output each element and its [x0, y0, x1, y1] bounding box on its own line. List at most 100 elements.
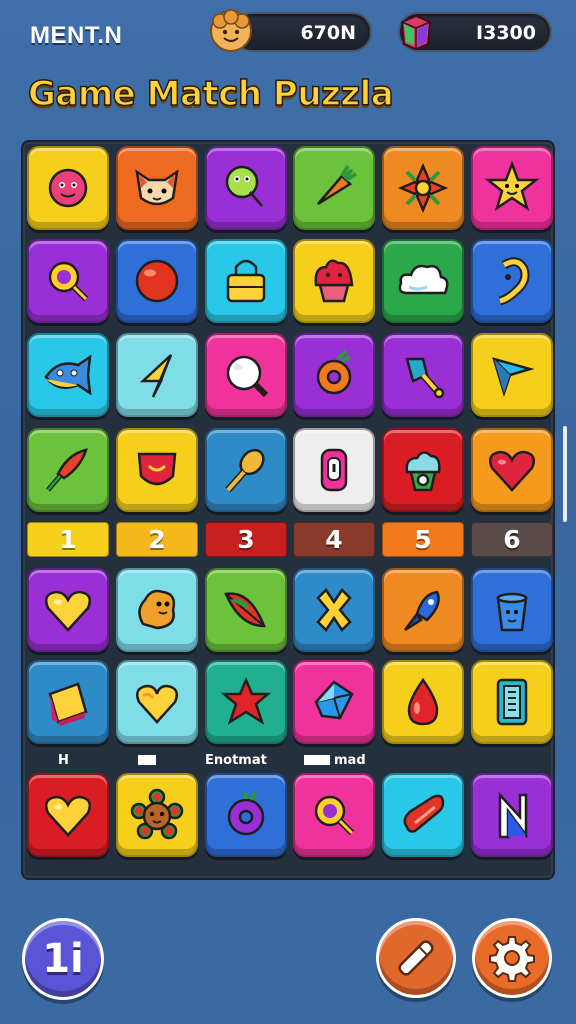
orange-bear-icon — [138, 589, 176, 630]
top-bar: MENT.N 670N I3300 — [0, 0, 576, 70]
tile[interactable] — [27, 568, 109, 652]
tile[interactable] — [116, 660, 198, 744]
number-strip: 6 — [471, 522, 553, 557]
row-label: Enotmat — [205, 752, 267, 768]
row-label: mad — [304, 751, 366, 769]
level-button[interactable]: 1i — [22, 918, 104, 1000]
tile[interactable] — [471, 146, 553, 230]
pencil-tool-button[interactable] — [376, 918, 456, 998]
tile[interactable] — [471, 428, 553, 512]
thermometer-card-icon — [496, 678, 528, 726]
yellow-heart-icon — [45, 590, 91, 632]
tile[interactable] — [382, 773, 464, 857]
blue-pointer-icon — [492, 357, 535, 398]
tile[interactable] — [116, 773, 198, 857]
red-star-icon — [220, 676, 272, 725]
gems-value: I3300 — [476, 22, 536, 44]
red-ball-icon — [135, 259, 179, 303]
settings-button[interactable] — [472, 918, 552, 998]
green-lollipop-icon — [225, 165, 263, 207]
tile[interactable] — [293, 660, 375, 744]
game-title: Game Match Puzzla — [27, 73, 394, 115]
tile[interactable] — [116, 146, 198, 230]
tile[interactable] — [382, 146, 464, 230]
orange-heart-icon — [136, 684, 178, 724]
tile[interactable] — [205, 239, 287, 323]
tile[interactable] — [293, 773, 375, 857]
blue-bucket-icon — [496, 592, 528, 632]
gem-icon — [396, 12, 436, 52]
white-magnifier-icon — [226, 355, 269, 398]
blue-fish-icon — [44, 354, 92, 396]
game-board: 123456 — [21, 140, 555, 880]
number-strip: 2 — [116, 522, 198, 557]
pink-lock-icon — [320, 448, 348, 492]
smiling-face-icon — [208, 8, 254, 54]
tile[interactable] — [471, 660, 553, 744]
tile[interactable] — [293, 239, 375, 323]
red-muffin-icon — [314, 259, 354, 303]
tile[interactable] — [205, 146, 287, 230]
purple-donut-icon — [227, 791, 265, 836]
pink-blob-monster-icon — [48, 168, 88, 208]
tile[interactable] — [205, 660, 287, 744]
tile[interactable] — [27, 773, 109, 857]
tile[interactable] — [471, 568, 553, 652]
tile[interactable] — [27, 239, 109, 323]
tile[interactable] — [293, 568, 375, 652]
cat-face-icon — [135, 169, 179, 206]
tile[interactable] — [205, 428, 287, 512]
number-strip: 5 — [382, 522, 464, 557]
tile[interactable] — [471, 333, 553, 417]
yellow-heart-icon — [45, 795, 91, 837]
tile[interactable] — [27, 660, 109, 744]
yellow-star-face-icon — [484, 160, 540, 211]
tile[interactable] — [116, 568, 198, 652]
tile[interactable] — [27, 146, 109, 230]
yellow-box-icon — [48, 682, 88, 726]
tile[interactable] — [205, 333, 287, 417]
pencil-icon — [398, 940, 434, 976]
tile[interactable] — [471, 239, 553, 323]
red-sausage-icon — [403, 794, 445, 833]
tile[interactable] — [382, 660, 464, 744]
yellow-cross-icon — [316, 588, 352, 632]
scrollbar[interactable] — [563, 426, 567, 522]
gear-icon — [489, 936, 535, 982]
tile[interactable] — [293, 333, 375, 417]
tile[interactable] — [116, 428, 198, 512]
tile[interactable] — [205, 568, 287, 652]
lives-value: 670N — [300, 22, 356, 44]
tile[interactable] — [382, 428, 464, 512]
tile[interactable] — [382, 333, 464, 417]
tile[interactable] — [205, 773, 287, 857]
carrot-icon — [317, 164, 358, 206]
tile[interactable] — [116, 239, 198, 323]
magnifier-icon — [48, 261, 89, 302]
tile[interactable] — [293, 146, 375, 230]
tile[interactable] — [471, 773, 553, 857]
yellow-hook-icon — [498, 257, 530, 306]
magnifier-icon — [314, 795, 355, 836]
flag-icon — [498, 791, 528, 839]
tile[interactable] — [382, 568, 464, 652]
red-drop-icon — [407, 677, 439, 726]
blue-gem-icon — [314, 680, 354, 720]
number-strip: 3 — [205, 522, 287, 557]
tile[interactable] — [382, 239, 464, 323]
tile[interactable] — [293, 428, 375, 512]
row-label: H — [58, 752, 69, 768]
number-strip: 1 — [27, 522, 109, 557]
row-label — [138, 751, 160, 769]
red-heart-shield-icon — [137, 452, 177, 486]
red-flower-icon — [397, 162, 449, 214]
tile[interactable] — [27, 333, 109, 417]
spoon-icon — [225, 448, 265, 493]
red-leaf-icon — [224, 592, 266, 628]
tile[interactable] — [27, 428, 109, 512]
tile[interactable] — [116, 333, 198, 417]
cup-cake-icon — [405, 451, 441, 492]
menu-button[interactable]: MENT.N — [30, 22, 122, 50]
number-strip: 4 — [293, 522, 375, 557]
yellow-arrow-icon — [139, 354, 173, 398]
